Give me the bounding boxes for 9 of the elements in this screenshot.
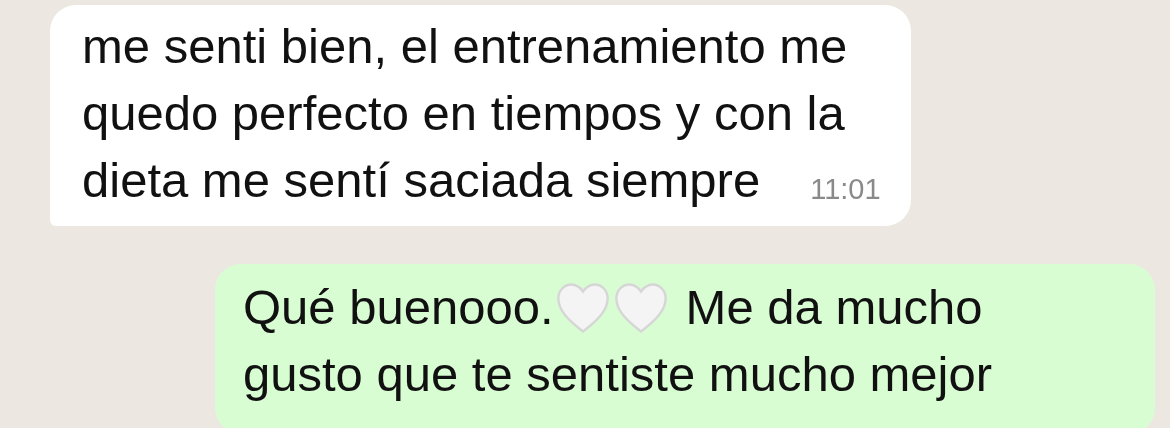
heart-icon xyxy=(613,281,668,334)
message-text: quedo perfecto en tiempos y con la xyxy=(82,85,845,142)
message-text: Me da mucho xyxy=(685,279,983,336)
message-text: dieta me sentí saciada siempre xyxy=(82,152,761,209)
message-text: Qué buenooo. xyxy=(243,279,554,336)
heart-icon xyxy=(555,281,610,334)
message-time: 11:01 xyxy=(810,172,881,207)
message-text: me senti bien, el entrenamiento me xyxy=(82,18,848,75)
message-text: gusto que te sentiste mucho mejor xyxy=(243,346,993,403)
